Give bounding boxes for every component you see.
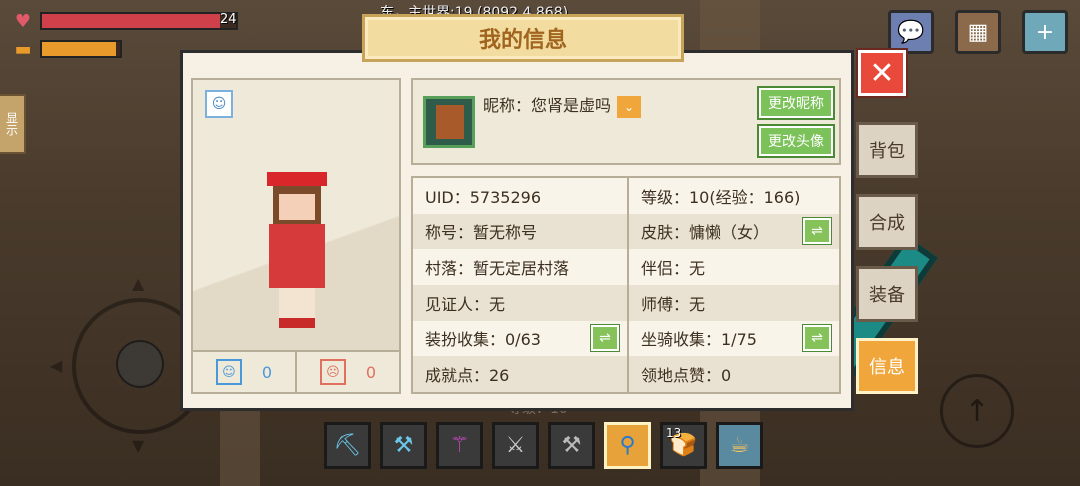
like-blue-count: 0 — [261, 362, 273, 382]
avatar — [423, 96, 475, 148]
item-count: 13 — [666, 426, 682, 440]
territory-field: 领地点赞：0 — [627, 356, 839, 392]
tab-craft[interactable]: 合成 — [856, 194, 918, 250]
shop-icon[interactable]: ▦ — [955, 10, 1001, 54]
axe-icon: ⛏ — [333, 433, 362, 458]
mount-field: 坐骑收集：1/75 ⇌ — [627, 320, 839, 357]
swap-outfit-icon[interactable]: ⇌ — [591, 325, 619, 352]
health-bar-fill — [42, 14, 221, 28]
arrow-down-icon: ▼ — [132, 436, 145, 455]
avatar-stats: ☺ 0 ☹ 0 — [193, 350, 399, 392]
partner-field: 伴侣：无 — [627, 249, 839, 285]
achievement-field: 成就点：26 — [413, 356, 627, 392]
health-bar — [40, 12, 238, 30]
change-avatar-button[interactable]: 更改头像 — [759, 126, 833, 156]
like-blue[interactable]: ☺ 0 — [193, 352, 295, 392]
hotbar-slot-selected[interactable]: ⚲ — [604, 422, 651, 469]
outfit-text: 装扮收集：0/63 — [425, 330, 541, 350]
hotbar-slot[interactable]: ⚒ — [548, 422, 595, 469]
tab-equipment[interactable]: 装备 — [856, 266, 918, 322]
character-body — [269, 224, 325, 288]
hotbar-slot[interactable]: ☕ — [716, 422, 763, 469]
like-red[interactable]: ☹ 0 — [295, 352, 399, 392]
mug-icon: ☕ — [729, 433, 750, 458]
health-value: 24 — [220, 12, 237, 27]
hotbar-slot[interactable]: ⚔ — [492, 422, 539, 469]
hotbar-slot[interactable]: ⛏ — [324, 422, 371, 469]
character-legs — [279, 288, 315, 328]
character-face — [279, 194, 315, 220]
joystick-knob[interactable] — [116, 340, 164, 388]
title-field: 称号：暂无称号 — [413, 213, 627, 250]
outfit-field: 装扮收集：0/63 ⇌ — [413, 320, 627, 357]
mentor-field: 师傅：无 — [627, 285, 839, 321]
avatar-hair — [436, 105, 464, 139]
heart-icon: ♥ — [14, 10, 32, 32]
player-character — [265, 172, 329, 328]
smile-icon: ☺ — [215, 359, 242, 385]
hotbar: ⛏ ⚒ ⚚ ⚔ ⚒ ⚲ 13 🍞 ☕ — [324, 422, 763, 469]
hotbar-slot[interactable]: ⚒ — [380, 422, 427, 469]
village-field: 村落：暂无定居村落 — [413, 249, 627, 285]
uid-field: UID：5735296 — [413, 178, 627, 214]
hunger-bar — [40, 40, 122, 58]
change-nickname-button[interactable]: 更改昵称 — [759, 88, 833, 118]
shovel-icon: ⚲ — [619, 433, 636, 458]
nickname-text: 昵称：您肾是虚吗 — [483, 96, 612, 115]
witness-field: 见证人：无 — [413, 285, 627, 321]
swap-mount-icon[interactable]: ⇌ — [803, 325, 831, 352]
tab-info[interactable]: 信息 — [856, 338, 918, 394]
frown-icon: ☹ — [319, 359, 346, 385]
profile-header: 昵称：您肾是虚吗 ⌄ 更改昵称 更改头像 — [411, 78, 841, 165]
close-button[interactable]: ✕ — [858, 50, 906, 96]
hotbar-slot[interactable]: 13 🍞 — [660, 422, 707, 469]
chevron-down-icon[interactable]: ⌄ — [617, 95, 642, 118]
hoe-icon: ⚒ — [561, 433, 582, 458]
sword-icon: ⚔ — [505, 433, 526, 458]
hotbar-slot[interactable]: ⚚ — [436, 422, 483, 469]
nickname: 昵称：您肾是虚吗 ⌄ — [483, 92, 642, 118]
character-bow — [267, 172, 327, 186]
jump-button[interactable]: ↑ — [940, 374, 1014, 448]
avatar-preview: ☺ ☺ 0 ☹ 0 — [191, 78, 401, 394]
mount-text: 坐骑收集：1/75 — [641, 330, 757, 350]
tab-backpack[interactable]: 背包 — [856, 122, 918, 178]
info-table: UID：5735296 等级：10(经验：166) 称号：暂无称号 皮肤：慵懒（… — [411, 176, 841, 394]
hunger-bar-fill — [42, 42, 117, 56]
level-field: 等级：10(经验：166) — [627, 178, 839, 214]
arrow-left-icon: ◀ — [50, 356, 63, 375]
skin-text: 皮肤：慵懒（女） — [641, 223, 770, 243]
show-toggle-tab[interactable]: 显示 — [0, 94, 26, 154]
skin-field: 皮肤：慵懒（女） ⇌ — [627, 213, 839, 250]
chat-icon[interactable]: 💬 — [888, 10, 934, 54]
wand-icon: ⚚ — [449, 433, 470, 458]
swap-skin-icon[interactable]: ⇌ — [803, 218, 831, 245]
like-red-count: 0 — [365, 362, 377, 382]
arrow-up-icon: ▲ — [132, 274, 145, 293]
panel-title: 我的信息 — [362, 14, 684, 62]
plus-icon[interactable]: + — [1022, 10, 1068, 54]
hunger-icon: ▬ — [14, 38, 32, 60]
pickaxe-icon: ⚒ — [393, 433, 414, 458]
avatar-frame-icon[interactable]: ☺ — [205, 90, 233, 118]
